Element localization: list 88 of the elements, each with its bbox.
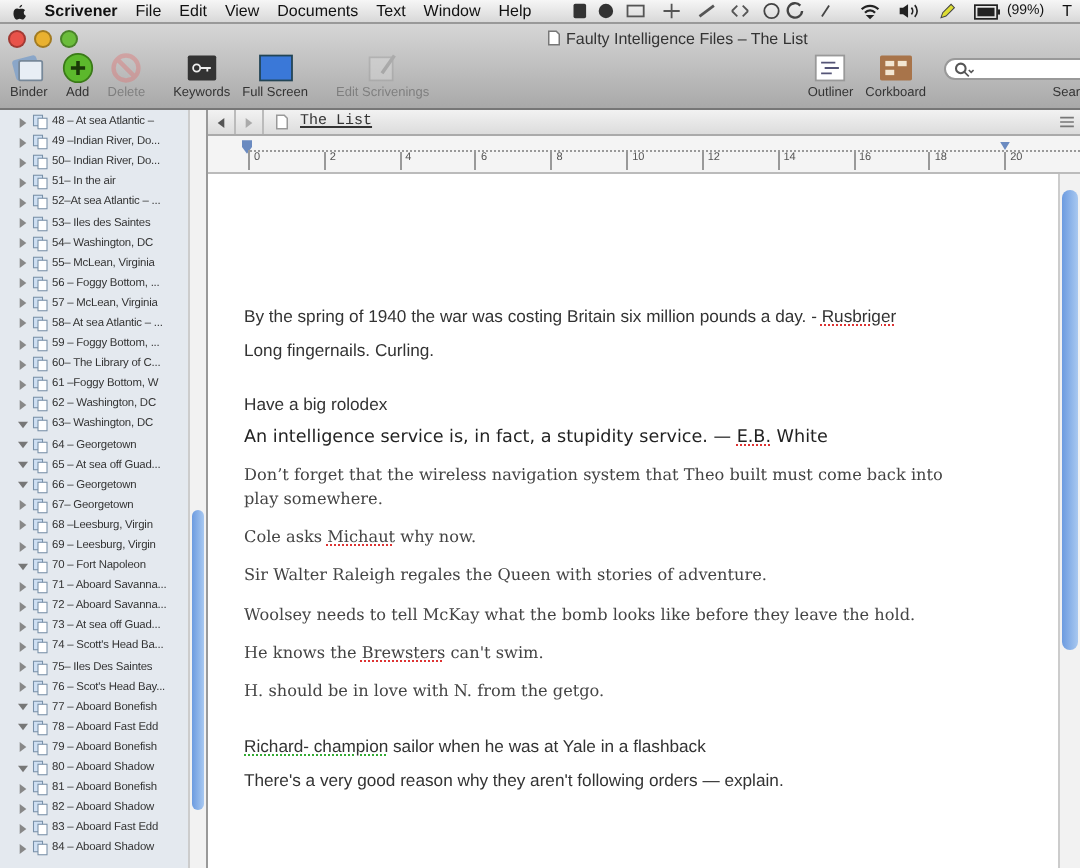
collapsed-triangle-icon[interactable]: [18, 823, 28, 834]
paragraph: Long fingernails. Curling.: [244, 340, 437, 360]
collapsed-triangle-icon[interactable]: [18, 399, 28, 410]
paragraph: An intelligence service is, in fact, a stupidity service. — E.B. White: [244, 428, 830, 448]
collapsed-triangle-icon[interactable]: [18, 742, 28, 753]
menu-item[interactable]: View: [224, 2, 260, 20]
document-icon: [548, 30, 560, 46]
paragraph: Don’t forget that the wireless navigation system that Theo built must come back into play somewhere.: [244, 462, 945, 511]
close-button[interactable]: [8, 29, 26, 47]
menu-item[interactable]: Edit: [179, 2, 207, 20]
paragraph: He knows the Brewsters can't swim.: [244, 639, 546, 664]
paragraph: Woolsey needs to tell McKay what the bomb looks like before they leave the hold.: [244, 601, 918, 626]
right-margin-marker-icon[interactable]: [1000, 142, 1010, 150]
scroll-bar[interactable]: [1058, 174, 1080, 868]
menu-icon[interactable]: [1060, 116, 1074, 128]
collapsed-triangle-icon[interactable]: [18, 197, 28, 208]
paragraph: H. should be in love with N. from the getgo.: [244, 677, 607, 702]
key-icon: [183, 52, 220, 84]
paragraph: Have a big rolodex: [244, 392, 390, 414]
screen-icon: [257, 52, 294, 84]
pen-icon[interactable]: [935, 2, 956, 20]
expanded-triangle-icon[interactable]: [18, 702, 28, 713]
wifi-icon[interactable]: [859, 2, 880, 20]
right-arrow-icon: [244, 117, 254, 127]
volume-icon[interactable]: [897, 2, 918, 20]
collapsed-triangle-icon[interactable]: [18, 520, 28, 531]
collapsed-triangle-icon[interactable]: [18, 601, 28, 612]
menu-item[interactable]: Window: [423, 2, 481, 20]
collapsed-triangle-icon[interactable]: [18, 379, 28, 390]
collapsed-triangle-icon[interactable]: [18, 359, 28, 370]
collapsed-triangle-icon[interactable]: [18, 500, 28, 511]
menu-item[interactable]: Documents: [277, 2, 359, 20]
expanded-triangle-icon[interactable]: [18, 440, 28, 451]
clock-text: T: [1062, 2, 1073, 20]
search-field[interactable]: [944, 58, 1080, 80]
corkboard-icon: [877, 52, 914, 84]
outline-icon: [812, 52, 849, 84]
collapsed-triangle-icon[interactable]: [18, 318, 28, 329]
collapsed-triangle-icon[interactable]: [18, 157, 28, 168]
collapsed-triangle-icon[interactable]: [18, 298, 28, 309]
collapsed-triangle-icon[interactable]: [18, 662, 28, 673]
battery-icon[interactable]: [973, 3, 1001, 19]
binder-icon: [10, 52, 47, 84]
app-menu[interactable]: Scrivener: [44, 2, 118, 20]
paragraph: Richard- champion sailor when he was at Yale in a flashback: [244, 733, 708, 756]
menu-item[interactable]: File: [135, 2, 162, 20]
collapsed-triangle-icon[interactable]: [18, 258, 28, 269]
collapsed-triangle-icon[interactable]: [18, 177, 28, 188]
paragraph: By the spring of 1940 the war was costing Britain six million pounds a day. - Rusbriger: [244, 306, 899, 326]
collapsed-triangle-icon[interactable]: [18, 117, 28, 128]
collapsed-triangle-icon[interactable]: [18, 783, 28, 794]
search-icon: [954, 61, 974, 77]
menu-item[interactable]: Text: [376, 2, 406, 20]
minimize-button[interactable]: [34, 29, 52, 47]
zoom-button[interactable]: [60, 29, 78, 47]
collapsed-triangle-icon[interactable]: [18, 581, 28, 592]
paragraph: There's a very good reason why they aren't following orders — explain.: [244, 769, 786, 790]
collapsed-triangle-icon[interactable]: [18, 339, 28, 350]
plus-icon: [59, 52, 96, 84]
left-arrow-icon: [216, 117, 226, 127]
expanded-triangle-icon[interactable]: [18, 561, 28, 572]
scroll-thumb[interactable]: [192, 510, 204, 810]
collapsed-triangle-icon[interactable]: [18, 238, 28, 249]
collapsed-triangle-icon[interactable]: [18, 137, 28, 148]
paragraph: Cole asks Michaut why now.: [244, 524, 479, 549]
expanded-triangle-icon[interactable]: [18, 763, 28, 774]
indent-marker-icon[interactable]: [242, 140, 252, 154]
collapsed-triangle-icon[interactable]: [18, 278, 28, 289]
scroll-bar[interactable]: [188, 110, 206, 868]
collapsed-triangle-icon[interactable]: [18, 218, 28, 229]
document-icon: [276, 114, 288, 130]
expanded-triangle-icon[interactable]: [18, 480, 28, 491]
window-title: Faulty Intelligence Files – The List: [566, 29, 808, 47]
expanded-triangle-icon[interactable]: [18, 460, 28, 471]
expanded-triangle-icon[interactable]: [18, 419, 28, 430]
collapsed-triangle-icon[interactable]: [18, 843, 28, 854]
paragraph: Sir Walter Raleigh regales the Queen with stories of adventure.: [244, 562, 769, 588]
menu-item[interactable]: Help: [498, 2, 532, 20]
scroll-thumb[interactable]: [1062, 190, 1078, 650]
collapsed-triangle-icon[interactable]: [18, 803, 28, 814]
apple-icon[interactable]: [12, 1, 27, 21]
collapsed-triangle-icon[interactable]: [18, 641, 28, 652]
prohibited-icon: [108, 52, 145, 84]
expanded-triangle-icon[interactable]: [18, 722, 28, 733]
collapsed-triangle-icon[interactable]: [18, 682, 28, 693]
collapsed-triangle-icon[interactable]: [18, 621, 28, 632]
collapsed-triangle-icon[interactable]: [18, 541, 28, 552]
pages-pencil-icon: [364, 52, 401, 84]
